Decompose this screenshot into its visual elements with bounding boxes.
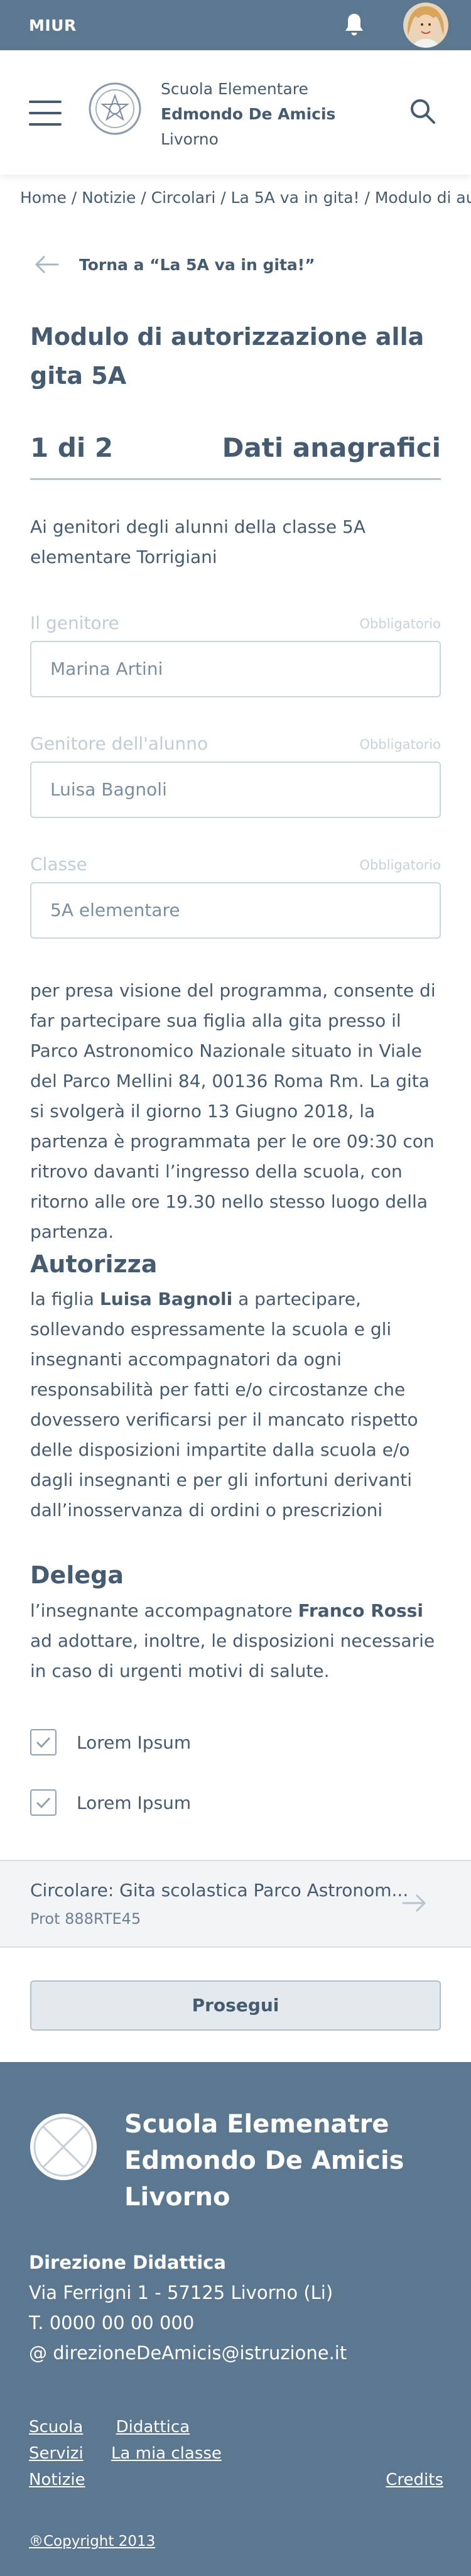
- circolare-prot: Prot 888RTE45: [30, 1910, 141, 1928]
- parent-field: Il genitore Obbligatorio Marina Artini: [30, 613, 441, 697]
- step-count: 1 di 2: [30, 432, 114, 463]
- arrow-right-icon[interactable]: [402, 1892, 427, 1914]
- arrow-left-icon: [35, 256, 59, 273]
- footer-link-notizie[interactable]: Notizie: [29, 2470, 85, 2489]
- checkbox[interactable]: [30, 1729, 57, 1755]
- footer-email: @ direzioneDeAmicis@istruzione.it: [29, 2342, 347, 2364]
- student-name: Luisa Bagnoli: [99, 1289, 233, 1309]
- checkbox-label: Lorem Ipsum: [77, 1792, 192, 1813]
- footer-address: Via Ferrigni 1 - 57125 Livorno (Li): [29, 2282, 333, 2303]
- checkbox[interactable]: [30, 1789, 57, 1816]
- footer-links: Scuola Didattica Servizi La mia classe N…: [29, 2414, 443, 2493]
- required-tag: Obbligatorio: [359, 737, 441, 752]
- back-link-label: Torna a “La 5A va in gita!”: [79, 255, 315, 274]
- page-title: Modulo di autorizzazione alla gita 5A: [30, 323, 425, 390]
- footer-copyright[interactable]: ®Copyright 2013: [29, 2533, 155, 2550]
- hamburger-menu-icon[interactable]: [29, 101, 62, 126]
- footer-phone: T. 0000 00 00 000: [29, 2312, 195, 2333]
- footer-link-scuola[interactable]: Scuola: [29, 2418, 83, 2437]
- student-parent-input[interactable]: Luisa Bagnoli: [30, 761, 441, 818]
- top-bar: MIUR: [0, 0, 471, 50]
- circolare-card[interactable]: Circolare: Gita scolastica Parco Astrono…: [0, 1860, 471, 1948]
- required-tag: Obbligatorio: [359, 858, 441, 873]
- footer-dept: Direzione Didattica: [29, 2252, 226, 2273]
- checkbox-label: Lorem Ipsum: [77, 1732, 192, 1753]
- footer-link-didattica[interactable]: Didattica: [116, 2418, 190, 2437]
- delega-heading: Delega: [30, 1561, 124, 1589]
- footer: Scuola Elemenatre Edmondo De Amicis Livo…: [0, 2062, 471, 2576]
- italian-republic-emblem-icon[interactable]: [88, 82, 142, 136]
- class-input[interactable]: 5A elementare: [30, 882, 441, 939]
- footer-link-mia-classe[interactable]: La mia classe: [111, 2444, 222, 2463]
- step-label: Dati anagrafici: [222, 432, 441, 463]
- school-title: Edmondo De Amicis: [161, 105, 336, 123]
- teacher-name: Franco Rossi: [298, 1600, 423, 1621]
- autorizza-text: la figlia Luisa Bagnoli a partecipare, s…: [30, 1289, 418, 1520]
- footer-contacts: Direzione Didattica Via Ferrigni 1 - 571…: [29, 2247, 347, 2368]
- bell-icon[interactable]: [339, 10, 369, 40]
- delega-text: l’insegnante accompagnatore Franco Rossi…: [30, 1600, 435, 1681]
- search-icon[interactable]: [408, 97, 437, 126]
- program-text: per presa visione del programma, consent…: [30, 980, 436, 1242]
- back-link[interactable]: Torna a “La 5A va in gita!”: [34, 255, 315, 274]
- student-parent-field: Genitore dell'alunno Obbligatorio Luisa …: [30, 733, 441, 818]
- footer-link-credits[interactable]: Credits: [386, 2467, 443, 2493]
- parent-input[interactable]: Marina Artini: [30, 641, 441, 697]
- footer-school-name: Scuola Elemenatre Edmondo De Amicis Livo…: [124, 2110, 404, 2212]
- breadcrumb[interactable]: Home / Notizie / Circolari / La 5A va in…: [20, 188, 471, 207]
- autorizza-heading: Autorizza: [30, 1250, 158, 1278]
- checkmark-icon: [36, 1797, 51, 1809]
- checkbox-option-2[interactable]: Lorem Ipsum: [30, 1789, 191, 1816]
- avatar[interactable]: [403, 3, 448, 48]
- school-type: Scuola Elementare: [161, 80, 308, 98]
- class-field: Classe Obbligatorio 5A elementare: [30, 854, 441, 939]
- required-tag: Obbligatorio: [359, 616, 441, 631]
- circolare-title: Circolare: Gita scolastica Parco Astrono…: [30, 1880, 409, 1901]
- miur-brand[interactable]: MIUR: [29, 16, 77, 35]
- step-indicator: 1 di 2 Dati anagrafici: [30, 427, 441, 480]
- intro-text: Ai genitori degli alunni della classe 5A…: [30, 516, 365, 567]
- school-city: Livorno: [161, 130, 219, 148]
- site-header: Scuola Elementare Edmondo De Amicis Livo…: [0, 50, 471, 175]
- checkmark-icon: [36, 1737, 51, 1749]
- school-logo-placeholder-icon: [30, 2114, 97, 2180]
- footer-link-servizi[interactable]: Servizi: [29, 2444, 84, 2463]
- checkbox-option-1[interactable]: Lorem Ipsum: [30, 1729, 191, 1755]
- school-name[interactable]: Scuola Elementare Edmondo De Amicis Livo…: [161, 77, 335, 152]
- submit-button[interactable]: Prosegui: [30, 1980, 441, 2031]
